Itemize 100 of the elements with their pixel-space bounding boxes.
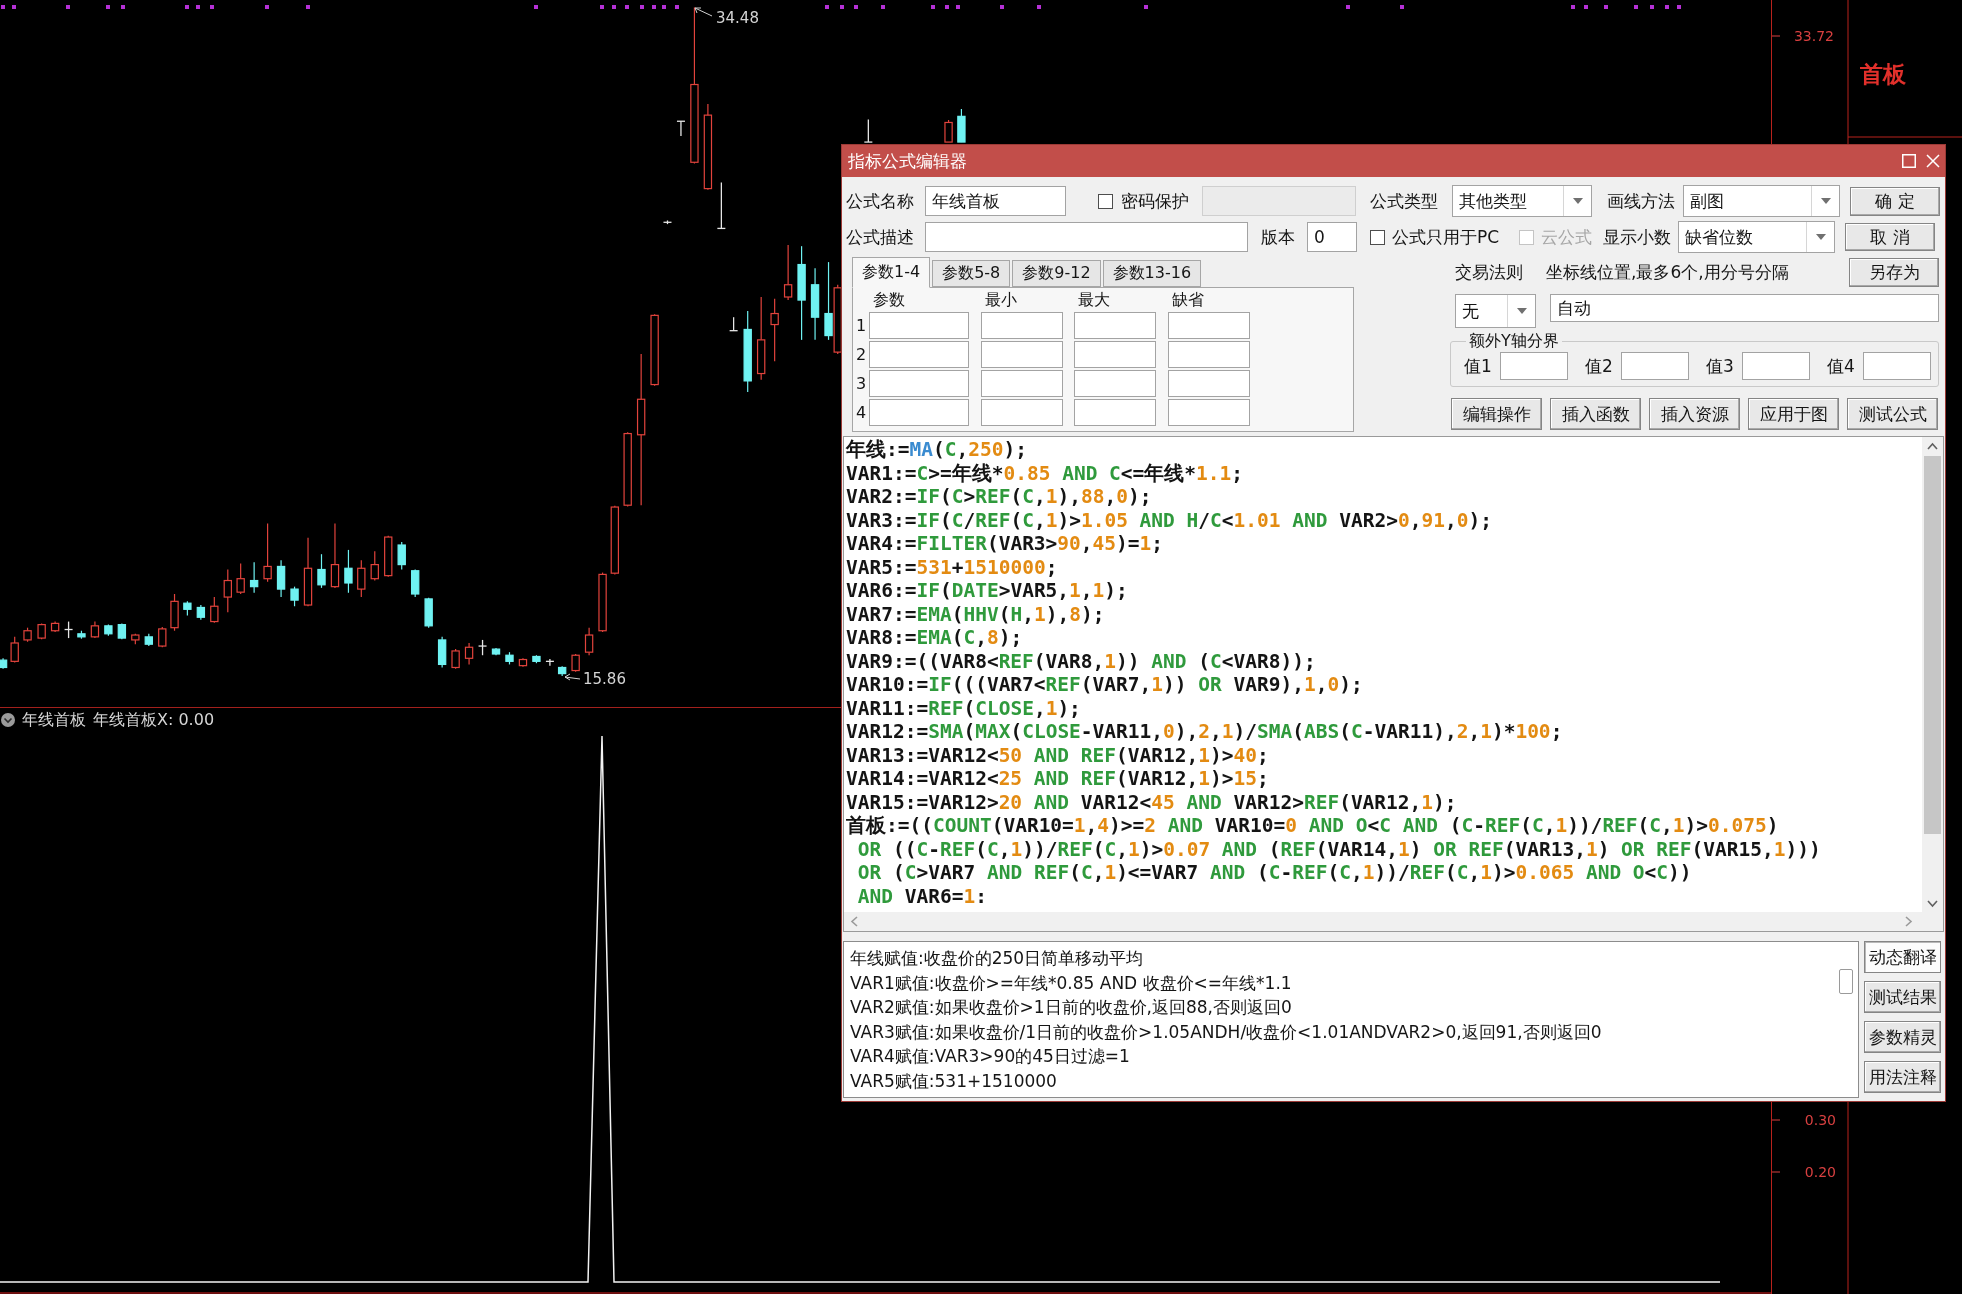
toolbar-button[interactable]: 插入函数 xyxy=(1550,398,1641,430)
chevron-up-icon[interactable] xyxy=(1927,442,1938,450)
param-field[interactable] xyxy=(1074,312,1156,339)
code-line: VAR3:=IF(C/REF(C,1)>1.05 AND H/C<1.01 AND VAR2>0,91,0); xyxy=(846,508,1493,532)
param-field[interactable] xyxy=(981,370,1063,397)
param-field[interactable] xyxy=(981,341,1063,368)
param-field[interactable] xyxy=(1168,341,1250,368)
checkbox[interactable] xyxy=(1098,193,1113,209)
formula-type-select[interactable]: 其他类型 xyxy=(1452,185,1592,217)
column-header: 最小 xyxy=(984,289,1017,310)
indicator-value: 年线首板X: 0.00 xyxy=(93,709,215,731)
param-field[interactable] xyxy=(869,399,969,426)
rising-candle xyxy=(944,119,953,143)
checkbox[interactable] xyxy=(1370,229,1385,245)
tab[interactable]: 参数9-12 xyxy=(1012,260,1101,287)
translation-line: VAR4赋值:VAR3>90的45日过滤=1 xyxy=(850,1045,1131,1069)
falling-candle xyxy=(117,622,127,640)
param-field[interactable] xyxy=(981,312,1063,339)
chevron-left-icon[interactable] xyxy=(850,916,858,927)
param-field[interactable] xyxy=(869,312,969,339)
toolbar-button[interactable]: 插入资源 xyxy=(1649,398,1740,430)
draw-method-select[interactable]: 副图 xyxy=(1683,185,1840,217)
horizontal-scrollbar[interactable] xyxy=(844,912,1943,931)
y-value-field[interactable] xyxy=(1500,352,1568,380)
field-label: 画线方法 xyxy=(1607,189,1676,213)
doji-candle xyxy=(477,639,488,656)
toolbar-button[interactable]: 编辑操作 xyxy=(1451,398,1542,430)
code-line: VAR15:=VAR12>20 AND VAR12<45 AND VAR12>REF(VAR12,1); xyxy=(846,790,1458,814)
chart-title: 首板 xyxy=(1860,61,1906,87)
y-value-field[interactable] xyxy=(1863,352,1931,380)
toolbar-button[interactable]: 应用于图 xyxy=(1748,398,1839,430)
falling-candle xyxy=(344,549,353,594)
trade-rule-select[interactable]: 无 xyxy=(1455,294,1536,328)
cancel-button[interactable]: 取 消 xyxy=(1845,223,1935,251)
chevron-down-icon[interactable] xyxy=(1927,900,1938,908)
maximize-icon[interactable] xyxy=(1902,154,1916,168)
code-line: AND VAR6=1: xyxy=(856,884,988,908)
translation-line: VAR1赋值:收盘价>=年线*0.85 AND 收盘价<=年线*1.1 xyxy=(850,971,1293,995)
doji-candle xyxy=(63,620,74,639)
code-line: VAR6:=IF(DATE>VAR5,1,1); xyxy=(846,579,1129,603)
caret-icon xyxy=(1572,198,1583,204)
axis-label: 33.72 xyxy=(1793,28,1834,44)
side-button[interactable]: 参数精灵 xyxy=(1864,1021,1941,1053)
password-field[interactable] xyxy=(1202,186,1356,216)
field-label: 交易法则 xyxy=(1455,260,1524,284)
side-button[interactable]: 动态翻译 xyxy=(1864,941,1941,973)
param-field[interactable] xyxy=(1074,399,1156,426)
chevron-circle-icon[interactable] xyxy=(1,713,15,727)
falling-candle xyxy=(290,586,299,607)
param-field[interactable] xyxy=(1168,399,1250,426)
row-number: 2 xyxy=(854,344,868,366)
axis-label: 0.30 xyxy=(1804,1112,1836,1128)
arrow-icon xyxy=(564,673,581,681)
group-label: 额外Y轴分界 xyxy=(1468,331,1560,352)
falling-candle xyxy=(183,600,192,617)
y-value-field[interactable] xyxy=(1742,352,1810,380)
side-button[interactable]: 用法注释 xyxy=(1864,1061,1941,1093)
code-line: VAR5:=531+1510000; xyxy=(846,555,1059,579)
code-line: VAR12:=SMA(MAX(CLOSE-VAR11,0),2,1)/SMA(ABS(C-VAR11),2,1)*100; xyxy=(846,720,1564,744)
code-line: VAR1:=C>=年线*0.85 AND C<=年线*1.1; xyxy=(846,461,1245,485)
scrollbar-thumb[interactable] xyxy=(1924,456,1941,834)
vertical-scrollbar[interactable] xyxy=(1922,437,1943,912)
code-editor[interactable] xyxy=(843,436,1944,932)
param-field[interactable] xyxy=(869,341,969,368)
rising-candle xyxy=(384,535,393,578)
version-field[interactable]: 0 xyxy=(1307,222,1357,252)
falling-candle xyxy=(77,630,86,640)
falling-candle xyxy=(424,597,433,629)
tab[interactable]: 参数1-4 xyxy=(852,257,931,288)
falling-candle xyxy=(104,624,113,637)
close-icon[interactable] xyxy=(1926,154,1940,168)
tab[interactable]: 参数5-8 xyxy=(932,260,1011,287)
code-line: 年线:=MA(C,250); xyxy=(846,438,1028,462)
translation-line: VAR3赋值:如果收盘价/1日前的收盘价>1.05ANDH/收盘价<1.01ANDVAR2>0,返回91,否则返回0 xyxy=(850,1020,1603,1044)
axis-tick xyxy=(1772,1171,1781,1173)
doji-candle xyxy=(545,658,555,667)
falling-candle xyxy=(505,651,514,665)
description-field[interactable] xyxy=(925,222,1248,252)
param-field[interactable] xyxy=(869,370,969,397)
field-label: 公式描述 xyxy=(846,225,915,249)
decimals-select[interactable]: 缺省位数 xyxy=(1678,221,1835,253)
tab[interactable]: 参数13-16 xyxy=(1102,260,1202,287)
scrollbar-thumb[interactable] xyxy=(1839,969,1853,994)
rising-candle xyxy=(783,244,793,301)
axis-lines-field[interactable]: 自动 xyxy=(1550,294,1939,322)
param-field[interactable] xyxy=(1168,312,1250,339)
confirm-button[interactable]: 确 定 xyxy=(1850,186,1940,216)
side-button[interactable]: 测试结果 xyxy=(1864,981,1941,1013)
param-field[interactable] xyxy=(1168,370,1250,397)
field-label: 值2 xyxy=(1585,354,1614,378)
save-as-button[interactable]: 另存为 xyxy=(1849,257,1939,287)
chevron-right-icon[interactable] xyxy=(1905,916,1913,927)
toolbar-button[interactable]: 测试公式 xyxy=(1847,398,1938,430)
param-field[interactable] xyxy=(1074,341,1156,368)
param-field[interactable] xyxy=(981,399,1063,426)
y-value-field[interactable] xyxy=(1621,352,1689,380)
rising-candle xyxy=(23,627,32,643)
param-field[interactable] xyxy=(1074,370,1156,397)
rising-candle xyxy=(584,627,594,656)
name-field[interactable]: 年线首板 xyxy=(925,186,1066,216)
